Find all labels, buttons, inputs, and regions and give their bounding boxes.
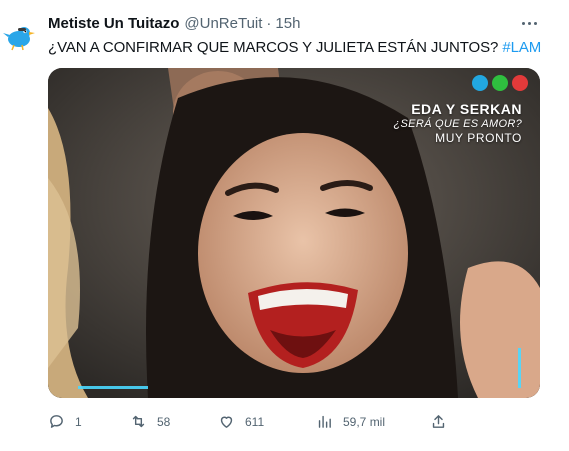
tweet-actions: 1 58 611 59,7 mil xyxy=(48,413,448,433)
display-name[interactable]: Metiste Un Tuitazo xyxy=(48,15,179,32)
tweet[interactable]: Metiste Un Tuitazo @UnReTuit · 15h ¿VAN … xyxy=(0,0,569,451)
views-button[interactable]: 59,7 mil xyxy=(316,413,385,430)
user-handle[interactable]: @UnReTuit xyxy=(184,15,262,32)
bird-avatar-icon xyxy=(3,27,35,51)
separator-dot: · xyxy=(266,15,272,32)
retweet-count: 58 xyxy=(157,414,171,429)
more-icon xyxy=(521,21,537,25)
like-icon xyxy=(220,416,233,428)
reply-icon xyxy=(50,415,63,428)
channel-logo xyxy=(472,75,528,91)
tweet-header: Metiste Un Tuitazo @UnReTuit · 15h xyxy=(48,15,300,32)
promo-title: EDA Y SERKAN xyxy=(411,101,522,117)
tweet-body: ¿VAN A CONFIRMAR QUE MARCOS Y JULIETA ES… xyxy=(48,39,499,56)
promo-soon: MUY PRONTO xyxy=(435,131,522,145)
share-button[interactable] xyxy=(430,413,447,430)
like-button[interactable]: 611 xyxy=(218,413,264,430)
timestamp[interactable]: 15h xyxy=(275,15,300,32)
reply-count: 1 xyxy=(75,414,82,429)
hashtag-link[interactable]: #LAM xyxy=(502,39,541,56)
views-count: 59,7 mil xyxy=(343,414,386,429)
like-count: 611 xyxy=(245,414,265,429)
share-icon xyxy=(432,415,445,428)
more-options-button[interactable] xyxy=(517,16,541,30)
views-icon xyxy=(318,415,331,428)
avatar[interactable] xyxy=(2,19,36,53)
reply-button[interactable]: 1 xyxy=(48,413,82,430)
promo-overlay: EDA Y SERKAN ¿SERÁ QUE ES AMOR? MUY PRON… xyxy=(394,101,522,145)
promo-subtitle: ¿SERÁ QUE ES AMOR? xyxy=(393,118,522,130)
retweet-icon xyxy=(132,415,145,428)
retweet-button[interactable]: 58 xyxy=(130,413,170,430)
tweet-media[interactable]: EDA Y SERKAN ¿SERÁ QUE ES AMOR? MUY PRON… xyxy=(48,68,540,398)
tweet-text: ¿VAN A CONFIRMAR QUE MARCOS Y JULIETA ES… xyxy=(48,39,541,56)
